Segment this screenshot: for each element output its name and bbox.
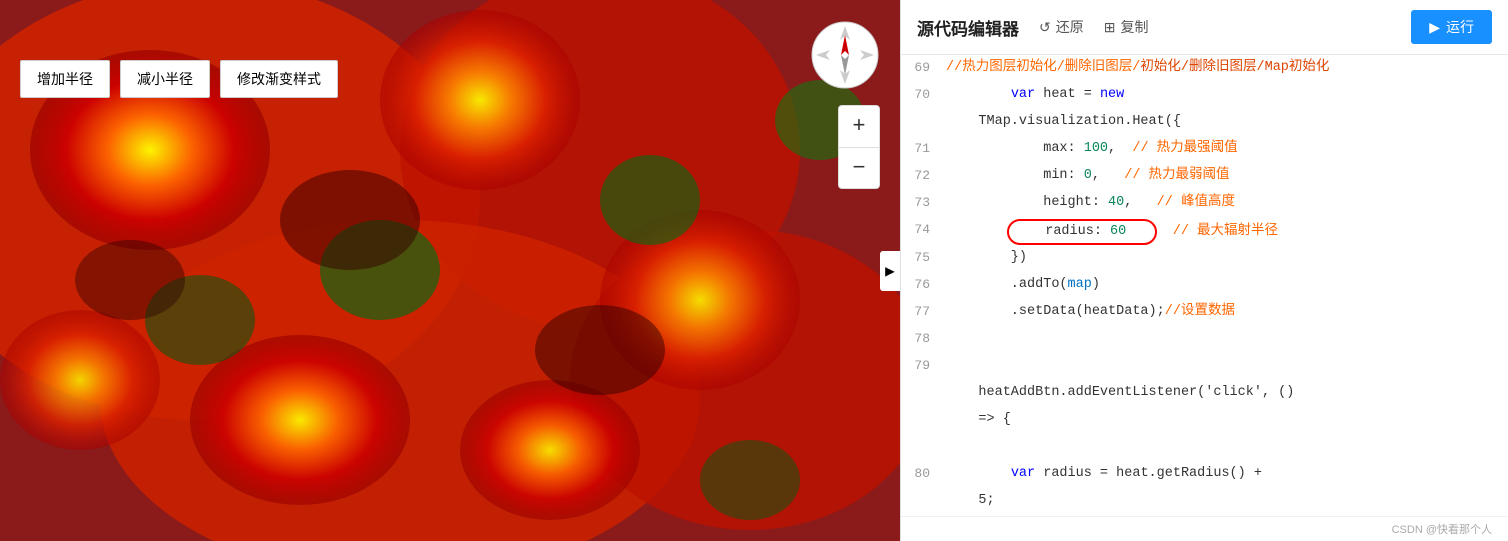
line-content	[946, 353, 1508, 355]
line-content: max: 100, // 热力最强阈值	[946, 136, 1508, 160]
code-line-70b: TMap.visualization.Heat({	[901, 109, 1508, 136]
code-line-77: 77 .setData(heatData);//设置数据	[901, 299, 1508, 326]
line-number: 75	[901, 245, 946, 268]
code-line-5: 5;	[901, 488, 1508, 515]
code-line-70: 70 var heat = new	[901, 82, 1508, 109]
line-content: radius: 60 // 最大辐射半径	[946, 217, 1508, 245]
line-number: 72	[901, 163, 946, 186]
code-line-eventlistener: heatAddBtn.addEventListener('click', ()	[901, 380, 1508, 407]
decrease-radius-button[interactable]: 减小半径	[120, 60, 210, 98]
line-number	[901, 488, 946, 490]
run-icon: ▶	[1429, 19, 1440, 36]
line-content: var radius = heat.getRadius() +	[946, 461, 1508, 485]
code-line-74: 74 radius: 60 // 最大辐射半径	[901, 217, 1508, 245]
line-number	[901, 109, 946, 111]
modify-gradient-button[interactable]: 修改渐变样式	[220, 60, 338, 98]
line-number: 69	[901, 55, 946, 78]
run-label: 运行	[1446, 17, 1474, 37]
line-content: => {	[946, 407, 1508, 431]
line-content: TMap.visualization.Heat({	[946, 109, 1508, 133]
line-number	[901, 434, 946, 436]
code-line-76: 76 .addTo(map)	[901, 272, 1508, 299]
zoom-out-button[interactable]: −	[838, 147, 880, 189]
code-editor-header: 源代码编辑器 ↺ 还原 ⊞ 复制 ▶ 运行	[901, 0, 1508, 55]
line-number: 79	[901, 353, 946, 376]
code-line-72: 72 min: 0, // 热力最弱阈值	[901, 163, 1508, 190]
line-number: 70	[901, 82, 946, 105]
line-number: 77	[901, 299, 946, 322]
line-number: 80	[901, 461, 946, 484]
code-line-80: 80 var radius = heat.getRadius() +	[901, 461, 1508, 488]
map-controls: 增加半径 减小半径 修改渐变样式	[20, 60, 338, 98]
line-content: heatAddBtn.addEventListener('click', ()	[946, 380, 1508, 404]
code-line-71: 71 max: 100, // 热力最强阈值	[901, 136, 1508, 163]
restore-icon: ↺	[1039, 19, 1051, 36]
line-number: 74	[901, 217, 946, 240]
restore-button[interactable]: ↺ 还原	[1039, 17, 1084, 37]
line-content: })	[946, 245, 1508, 269]
copy-button[interactable]: ⊞ 复制	[1104, 17, 1149, 37]
side-arrow-button[interactable]: ▶	[880, 251, 900, 291]
line-content: height: 40, // 峰值高度	[946, 190, 1508, 214]
line-number: 73	[901, 190, 946, 213]
line-content: 5;	[946, 488, 1508, 512]
line-content: .setData(heatData);//设置数据	[946, 299, 1508, 323]
line-number	[901, 407, 946, 409]
copy-icon: ⊞	[1104, 19, 1116, 36]
map-panel: 增加半径 减小半径 修改渐变样式 + − ▶	[0, 0, 900, 541]
line-content: min: 0, // 热力最弱阈值	[946, 163, 1508, 187]
line-content: var heat = new	[946, 82, 1508, 106]
line-number	[901, 380, 946, 382]
zoom-in-button[interactable]: +	[838, 105, 880, 147]
code-line-69: 69 //热力图层初始化/删除旧图层/初始化/删除旧图层/Map初始化	[901, 55, 1508, 82]
line-content	[946, 434, 1508, 436]
code-line-73: 73 height: 40, // 峰值高度	[901, 190, 1508, 217]
compass[interactable]	[810, 20, 880, 90]
line-content: //热力图层初始化/删除旧图层/初始化/删除旧图层/Map初始化	[946, 55, 1508, 79]
code-footer: CSDN @快看那个人	[901, 516, 1508, 541]
line-content	[946, 326, 1508, 328]
editor-title: 源代码编辑器	[917, 15, 1019, 40]
code-line-79: 79	[901, 353, 1508, 380]
code-editor-body: 69 //热力图层初始化/删除旧图层/初始化/删除旧图层/Map初始化 70 v…	[901, 55, 1508, 516]
increase-radius-button[interactable]: 增加半径	[20, 60, 110, 98]
line-content: .addTo(map)	[946, 272, 1508, 296]
line-number: 71	[901, 136, 946, 159]
run-button[interactable]: ▶ 运行	[1411, 10, 1492, 44]
restore-label: 还原	[1056, 17, 1084, 37]
line-number: 76	[901, 272, 946, 295]
code-editor-panel: 源代码编辑器 ↺ 还原 ⊞ 复制 ▶ 运行 69 //热力图层初始化/删除旧图层…	[900, 0, 1508, 541]
code-line-blank	[901, 434, 1508, 461]
code-line-arrow: => {	[901, 407, 1508, 434]
line-number: 78	[901, 326, 946, 349]
code-line-75: 75 })	[901, 245, 1508, 272]
code-line-78: 78	[901, 326, 1508, 353]
copy-label: 复制	[1120, 17, 1148, 37]
zoom-controls: + −	[838, 105, 880, 189]
